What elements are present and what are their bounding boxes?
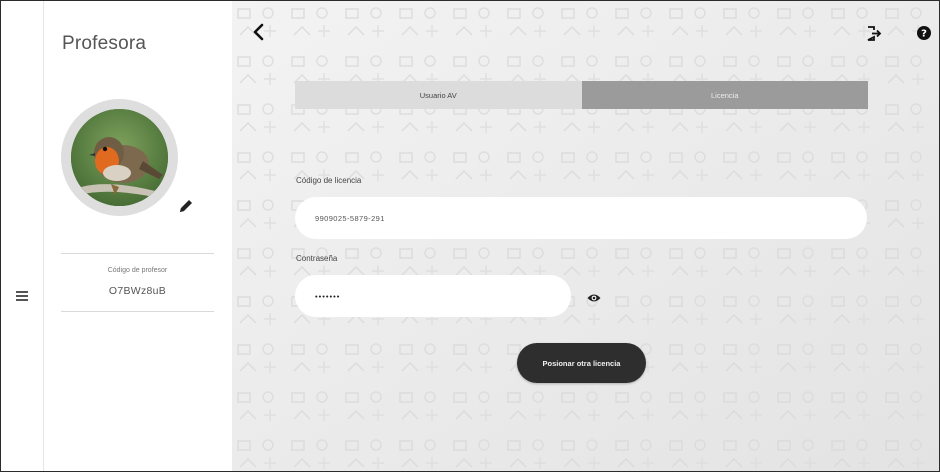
help-circle-icon: ? bbox=[917, 26, 931, 40]
toggle-password-visibility[interactable] bbox=[587, 290, 601, 302]
submit-license-button[interactable]: Posionar otra licencia bbox=[517, 343, 646, 383]
robin-bird-image bbox=[71, 109, 168, 206]
back-button[interactable] bbox=[251, 23, 267, 41]
logout-button[interactable] bbox=[866, 25, 882, 42]
avatar bbox=[71, 109, 168, 206]
password-field[interactable]: ••••••• bbox=[295, 275, 571, 317]
license-code-field[interactable]: 9909025-5879-291 bbox=[295, 197, 867, 239]
eye-icon bbox=[587, 294, 601, 302]
password-label: Contraseña bbox=[296, 254, 338, 263]
nav-rail bbox=[1, 1, 44, 471]
logout-icon bbox=[867, 26, 882, 41]
help-button[interactable]: ? bbox=[917, 26, 931, 40]
app-window: Profesora Código de profesor O7BWz8uB ? … bbox=[0, 0, 940, 472]
svg-text:?: ? bbox=[921, 29, 927, 40]
divider bbox=[61, 311, 214, 312]
teacher-code-value: O7BWz8uB bbox=[108, 285, 167, 297]
teacher-code-label: Código de profesor bbox=[107, 267, 168, 274]
tab-usuario-av[interactable]: Usuario AV bbox=[295, 81, 582, 109]
tab-bar: Usuario AV Licencia bbox=[295, 81, 868, 109]
chevron-left-icon bbox=[253, 23, 264, 41]
avatar-frame bbox=[61, 99, 178, 216]
hamburger-menu-icon[interactable] bbox=[16, 291, 28, 301]
main-content: ? Usuario AV Licencia Código de licencia… bbox=[232, 1, 939, 471]
tab-licencia[interactable]: Licencia bbox=[581, 81, 868, 109]
profile-panel: Profesora Código de profesor O7BWz8uB bbox=[44, 1, 232, 471]
divider bbox=[61, 253, 214, 254]
pencil-icon[interactable] bbox=[177, 197, 195, 215]
license-code-label: Código de licencia bbox=[296, 176, 362, 185]
profile-title: Profesora bbox=[62, 33, 147, 54]
